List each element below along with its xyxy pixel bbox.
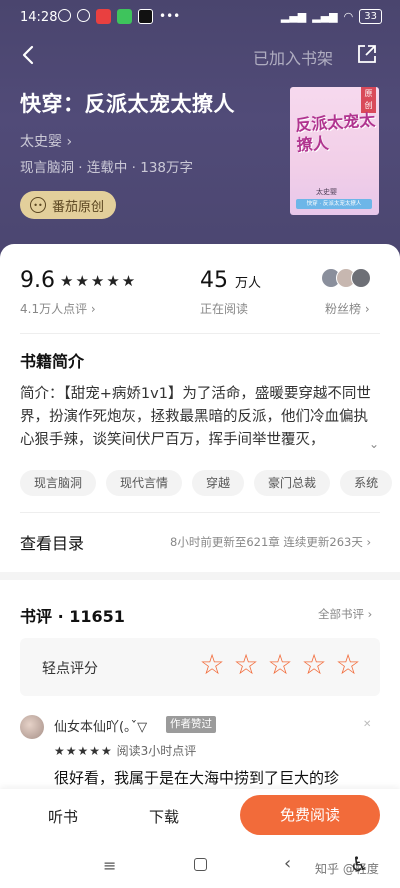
fan-avatars[interactable] [321, 268, 371, 288]
review-stars: ★★★★★ [54, 744, 113, 758]
rate-star-icon[interactable]: ☆ [266, 648, 294, 681]
all-reviews-link[interactable]: 全部书评 › [318, 606, 372, 622]
update-info[interactable]: 8小时前更新至621章 连续更新263天 › [170, 534, 371, 550]
intro-text[interactable]: 简介：【甜宠+病娇1v1】为了活命，盛暖要穿越不同世界，扮演作死炮灰，拯救最黑暗… [20, 383, 380, 452]
listen-button[interactable]: 听书 [48, 806, 78, 827]
tag[interactable]: 系统 [340, 470, 393, 496]
rating-count-link[interactable]: 4.1万人点评 › [20, 300, 96, 317]
readers-label: 正在阅读 [200, 302, 249, 316]
tag[interactable]: 现代言情 [106, 470, 183, 496]
more-dots-icon: ••• [159, 9, 181, 23]
book-title: 快穿：反派太宠太撩人 [20, 92, 235, 116]
avatar [351, 268, 371, 288]
book-cover[interactable]: 原创 反派太宠太撩人 太史婴 快穿 · 反派太宠太撩人 [290, 87, 379, 215]
tag-list: 现言脑洞 现代言情 穿越 豪门总裁 系统 宠 [20, 470, 400, 496]
author-liked-badge: 作者赞过 [166, 716, 216, 733]
review-text[interactable]: 很好看，我属于是在大海中捞到了巨大的珍 [54, 767, 394, 788]
nav-back-icon[interactable]: ‹ [284, 853, 291, 874]
readers-number: 45 [200, 268, 228, 293]
original-badge-label: 番茄原创 [52, 199, 105, 215]
dismiss-icon[interactable]: ✕ [363, 719, 371, 730]
added-to-shelf-label[interactable]: 已加入书架 [253, 45, 333, 69]
cover-footer: 快穿 · 反派太宠太撩人 [296, 199, 372, 209]
rate-star-icon[interactable]: ☆ [334, 648, 362, 681]
accessibility-icon[interactable]: ♿ [350, 852, 368, 876]
rate-star-icon[interactable]: ☆ [232, 648, 260, 681]
cover-author: 太史婴 [316, 188, 337, 196]
reviewer-name[interactable]: 仙女本仙吖(｡ˇ▽ [54, 716, 147, 735]
download-button[interactable]: 下载 [149, 806, 179, 827]
rate-star-icon[interactable]: ☆ [300, 648, 328, 681]
tiktok-icon [138, 9, 153, 24]
rating-box: 轻点评分 ☆ ☆ ☆ ☆ ☆ [20, 638, 380, 696]
notification-icons: ••• [58, 9, 180, 24]
bottom-action-bar: 听书 下载 免费阅读 [0, 789, 400, 843]
readers-count: 45 万人 [200, 268, 261, 293]
review-time: 阅读3小时点评 [116, 744, 197, 758]
original-badge-button[interactable]: •• 番茄原创 [20, 191, 117, 219]
book-header: 14:28 ••• ▂▄▆ ▂▄▆ ◠ 33 已加入书架 快穿：反派太宠太撩人 … [0, 0, 400, 265]
cover-title: 反派太宠太撩人 [294, 110, 376, 155]
fans-ranking-link[interactable]: 粉丝榜 › [325, 300, 370, 317]
battery-icon: 33 [359, 9, 382, 24]
status-bar: 14:28 ••• ▂▄▆ ▂▄▆ ◠ 33 [0, 0, 400, 36]
rate-star-icon[interactable]: ☆ [198, 648, 226, 681]
cover-original-tag: 原创 [361, 87, 376, 113]
readers-unit: 万人 [235, 276, 262, 291]
system-nav-bar: ≡ ‹ 知乎 @轻度 ♿ [0, 843, 400, 888]
rating-score: 9.6 [20, 268, 55, 293]
expand-chevron-icon[interactable]: ⌄ [369, 437, 379, 451]
clock: 14:28 [20, 10, 58, 25]
signal-icon: ▂▄▆ [280, 10, 307, 23]
menu-icon[interactable]: ≡ [103, 856, 116, 875]
free-read-button[interactable]: 免费阅读 [240, 795, 380, 835]
system-indicators: ▂▄▆ ▂▄▆ ◠ 33 [281, 9, 382, 24]
share-icon[interactable] [356, 43, 378, 65]
stats-row: 9.6 ★★★★★ 4.1万人点评 › 45 万人 正在阅读 粉丝榜 › [20, 268, 380, 328]
back-arrow-icon[interactable] [18, 44, 40, 66]
watermark: 知乎 @轻度 [315, 862, 379, 876]
signal-icon-2: ▂▄▆ [312, 10, 338, 23]
divider [20, 512, 380, 513]
reviews-title: 书评 · 11651 [20, 607, 125, 626]
reviewer-avatar[interactable] [20, 715, 44, 739]
wechat-icon [117, 9, 132, 24]
home-icon[interactable] [194, 858, 207, 871]
tag[interactable]: 现言脑洞 [20, 470, 97, 496]
table-of-contents-link[interactable]: 查看目录 [20, 530, 84, 554]
tomato-icon: •• [30, 197, 46, 213]
author-link[interactable]: 太史婴 › [20, 131, 72, 151]
review-meta: ★★★★★ 阅读3小时点评 [54, 742, 196, 759]
rating-stars: ★★★★★ [60, 272, 138, 290]
alarm-icon [77, 9, 90, 22]
rate-label: 轻点评分 [42, 661, 98, 677]
wifi-icon: ◠ [343, 10, 354, 23]
intro-heading: 书籍简介 [20, 352, 85, 371]
book-meta: 现言脑洞 · 连载中 · 138万字 [20, 160, 194, 176]
section-gap [0, 572, 400, 580]
tag[interactable]: 豪门总裁 [254, 470, 331, 496]
tag[interactable]: 穿越 [192, 470, 245, 496]
rate-stars: ☆ ☆ ☆ ☆ ☆ [198, 648, 362, 681]
app-notification-icon [96, 9, 111, 24]
mute-icon [58, 9, 71, 22]
divider [20, 333, 380, 334]
